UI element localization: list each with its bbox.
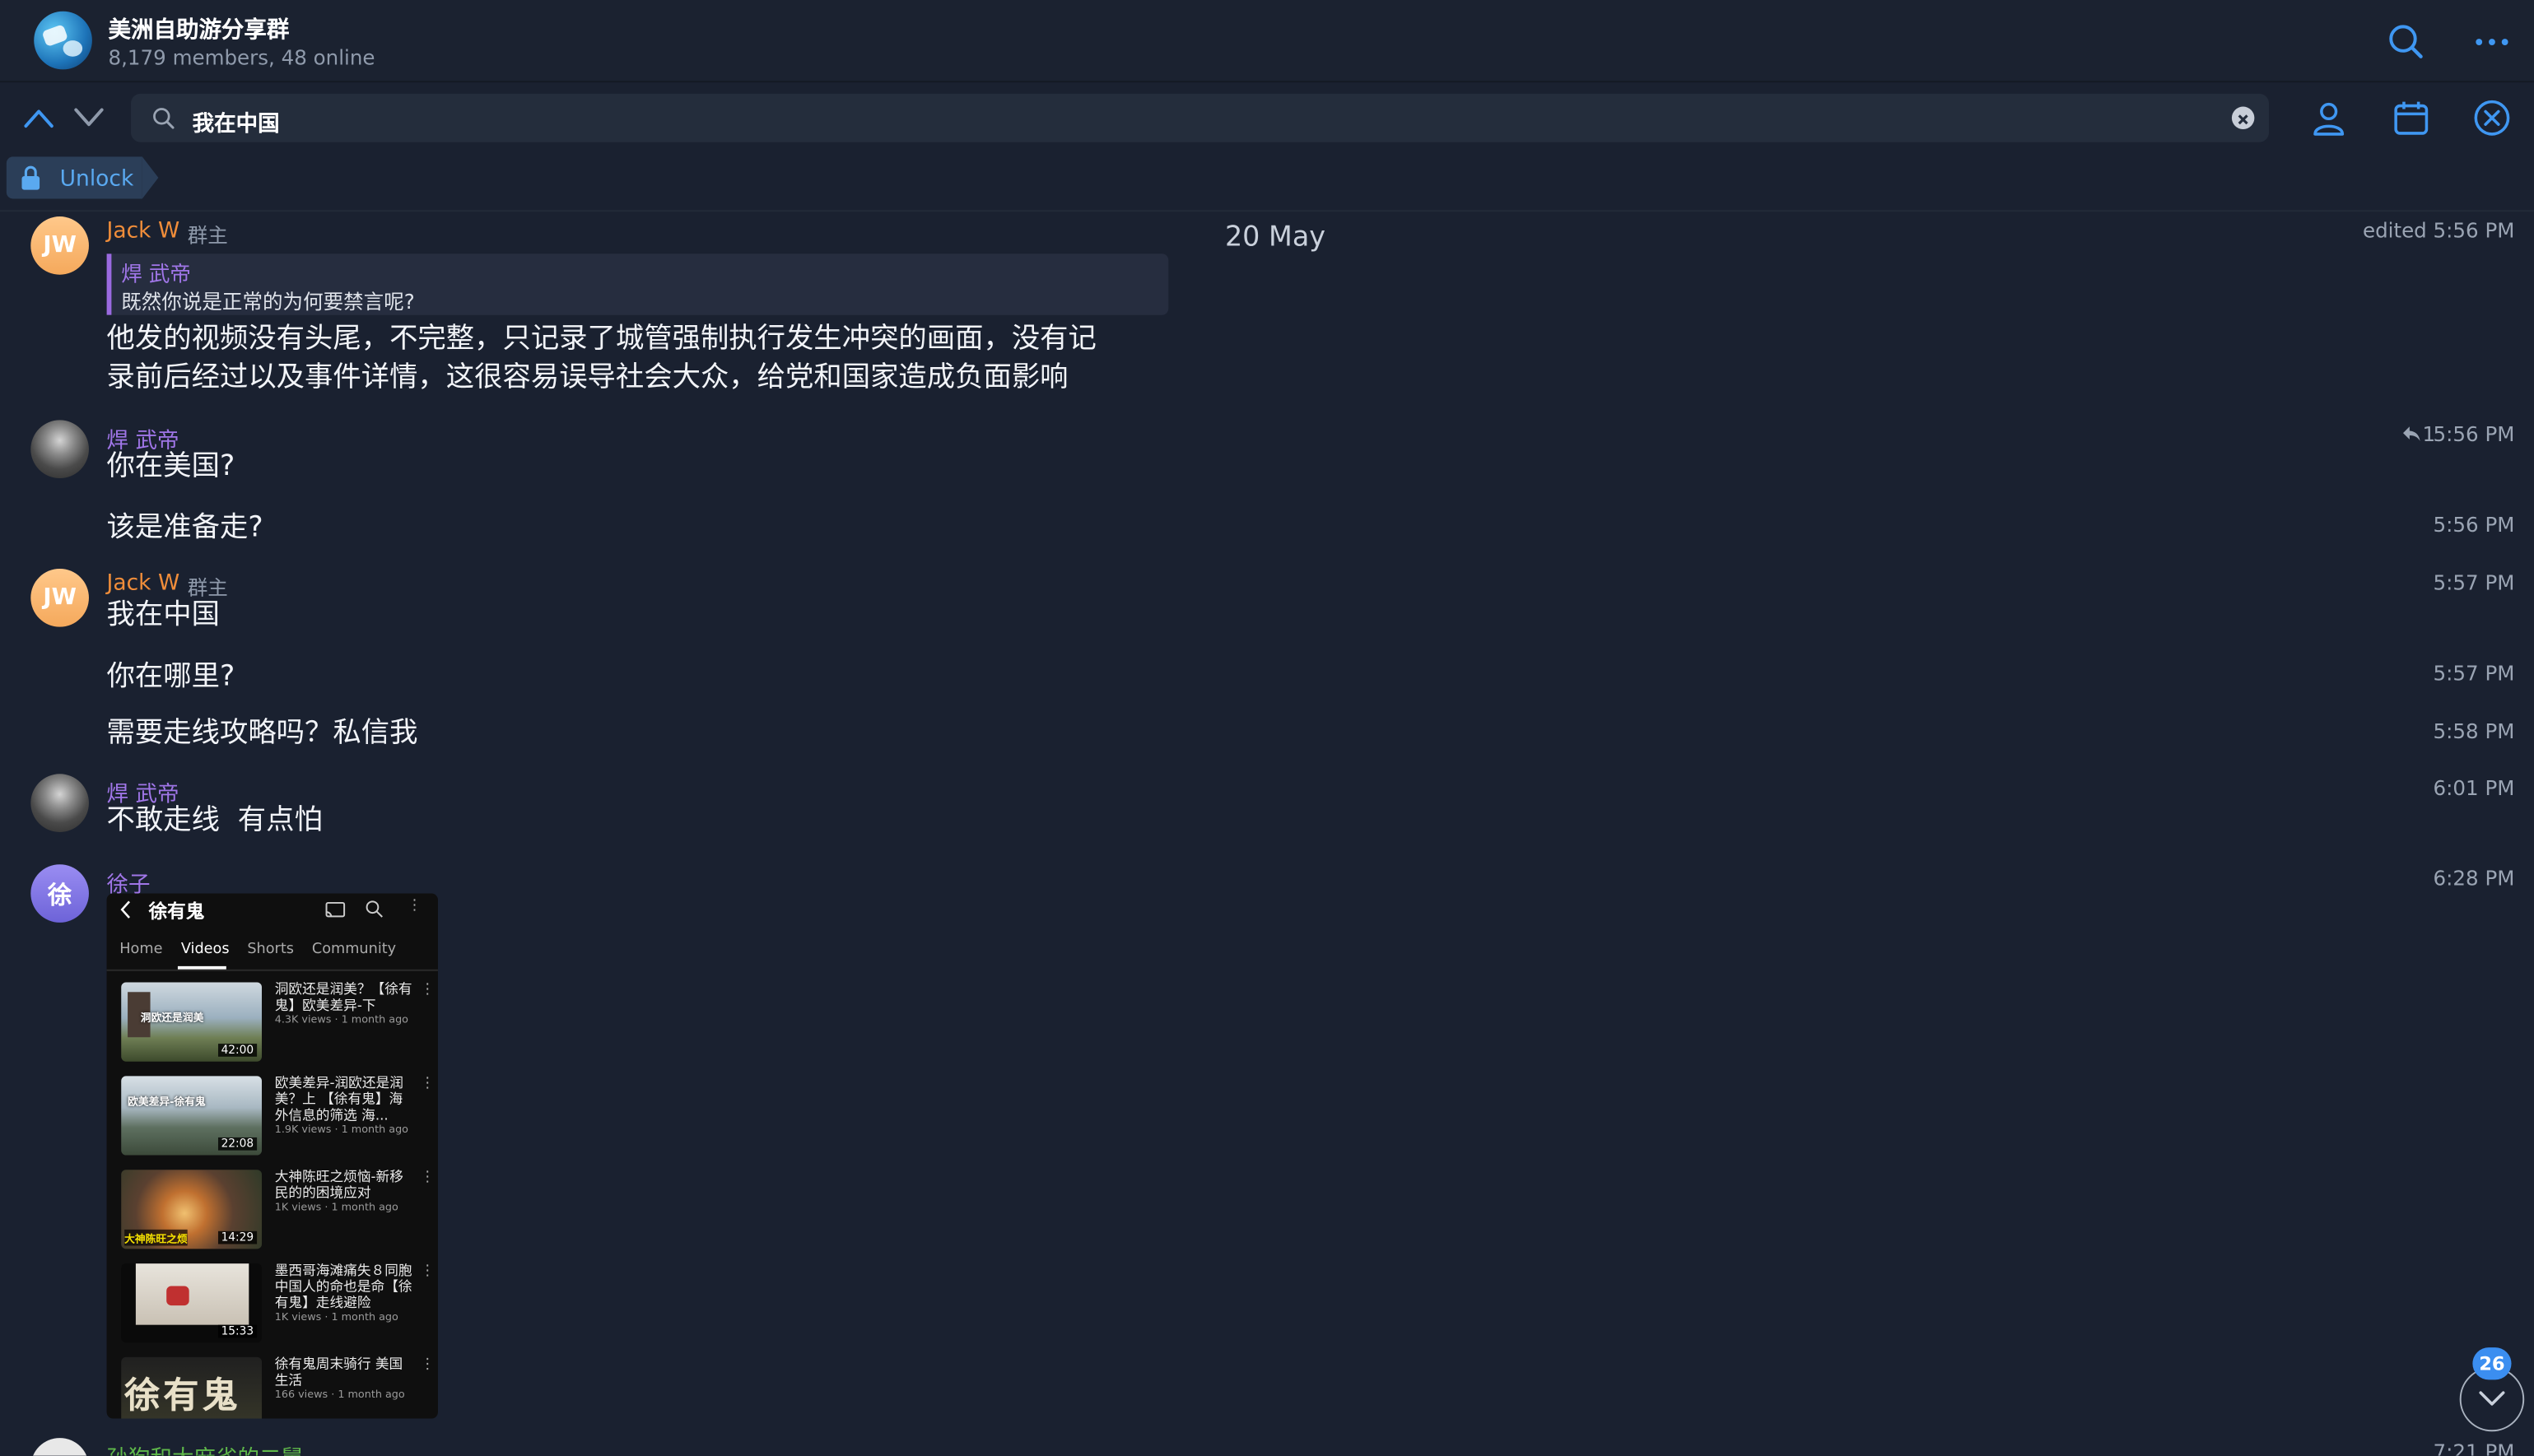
search-by-member-icon[interactable]	[2309, 99, 2348, 137]
video-duration: 14:29	[217, 1230, 258, 1244]
video-title: 欧美差异-润欧还是润美？上 【徐有鬼】海外信息的筛选 海...	[274, 1076, 403, 1125]
message-text: 你在哪里?	[106, 660, 235, 694]
chevron-down-icon	[2479, 1391, 2505, 1406]
message-text: 不敢走线 有点怕	[106, 804, 323, 837]
avatar[interactable]: 徐	[30, 864, 89, 923]
calendar-icon[interactable]	[2392, 99, 2430, 137]
message-time: 6:01 PM	[2433, 775, 2515, 800]
reply-text: 既然你说是正常的为何要禁言呢?	[121, 289, 415, 314]
message-time: 5:57 PM	[2433, 660, 2515, 686]
video-thumbnail: 15:33	[121, 1263, 263, 1343]
avatar[interactable]: JW	[30, 216, 89, 275]
screenshot-more-icon: ⋮	[407, 898, 422, 915]
avatar-initials: JW	[43, 232, 77, 259]
message-text: 我在中国	[106, 599, 220, 632]
message-text: 该是准备走?	[106, 512, 263, 545]
video-more-icon: ⋮	[420, 1076, 436, 1092]
message-time: 5:56 PM	[2433, 421, 2515, 446]
close-search-icon[interactable]	[2472, 99, 2511, 137]
video-meta: 166 views · 1 month ago	[274, 1388, 405, 1401]
thumbnail-figure	[166, 1286, 189, 1306]
video-duration: 22:08	[217, 1137, 258, 1151]
sender-name[interactable]: Jack W	[107, 218, 180, 244]
search-icon[interactable]	[2387, 22, 2425, 61]
thumbnail-text: 洞欧还是润美	[140, 1011, 204, 1025]
message-time: 5:56 PM	[2433, 512, 2515, 537]
message-time: 6:28 PM	[2433, 866, 2515, 891]
more-options-icon[interactable]	[2472, 22, 2511, 61]
screenshot-tab: Home	[119, 942, 163, 959]
unlock-label[interactable]: Unlock	[60, 166, 134, 192]
chevron-down-icon[interactable]	[72, 107, 105, 129]
avatar-initials: JW	[43, 584, 77, 612]
sender-name[interactable]: 孙狗和大麻雀的二舅	[107, 1440, 304, 1456]
screenshot-search-icon	[366, 900, 383, 918]
message-text: 他发的视频没有头尾，不完整，只记录了城管强制执行发生冲突的画面，没有记	[106, 323, 1097, 356]
video-meta: 1K views · 1 month ago	[274, 1200, 398, 1214]
message-text: 需要走线攻略吗？私信我	[106, 717, 418, 750]
search-query-text[interactable]: 我在中国	[193, 105, 280, 137]
video-duration: 15:33	[217, 1324, 258, 1338]
video-thumbnail: 欧美差异-徐有鬼 22:08	[121, 1076, 263, 1156]
message-time: 5:58 PM	[2433, 719, 2515, 743]
divider	[0, 210, 2534, 212]
group-title[interactable]: 美洲自助游分享群	[109, 13, 290, 45]
chevron-up-icon[interactable]	[22, 107, 54, 129]
cast-icon	[325, 901, 346, 918]
avatar[interactable]	[30, 1438, 89, 1456]
telegram-window: 美洲自助游分享群 8,179 members, 48 online 我在中国 U…	[0, 0, 2534, 1456]
message-time: edited 5:56 PM	[2362, 218, 2515, 243]
video-title: 大神陈旺之烦恼-新移民的的困境应对	[274, 1170, 403, 1202]
screenshot-channel-title: 徐有鬼	[148, 900, 205, 923]
screenshot-tab: Community	[311, 942, 397, 959]
avatar[interactable]	[30, 420, 89, 479]
video-title: 洞欧还是润美？【徐有鬼】欧美差异-下	[274, 982, 412, 1015]
search-field-icon	[153, 108, 175, 129]
date-separator: 20 May	[1224, 221, 1326, 254]
video-thumbnail: 大神陈旺之烦 14:29	[121, 1170, 263, 1249]
avatar[interactable]: JW	[30, 568, 89, 627]
thumbnail-photo	[135, 1263, 249, 1325]
lock-icon	[21, 165, 40, 190]
video-title: 徐有鬼周末骑行 美国生活	[274, 1356, 403, 1390]
avatar-initials: 徐	[47, 879, 72, 909]
back-icon	[120, 900, 130, 919]
sender-name[interactable]: Jack W	[107, 570, 180, 596]
video-meta: 4.3K views · 1 month ago	[274, 1012, 408, 1026]
video-more-icon: ⋮	[420, 1263, 436, 1280]
message-text: 录前后经过以及事件详情，这很容易误导社会大众，给党和国家造成负面影响	[106, 361, 1069, 394]
video-more-icon: ⋮	[420, 1356, 436, 1374]
reply-arrow-icon[interactable]	[2401, 425, 2421, 443]
screenshot-tab: Shorts	[247, 942, 294, 959]
avatar[interactable]	[30, 774, 89, 832]
search-input[interactable]	[131, 93, 2270, 142]
clear-search-icon[interactable]	[2231, 106, 2255, 130]
admin-role-badge: 群主	[187, 222, 228, 248]
attached-screenshot[interactable]: 徐有鬼 ⋮ Home Videos Shorts Community 洞欧还是润…	[106, 893, 438, 1419]
video-thumbnail: 洞欧还是润美 42:00	[121, 982, 263, 1062]
video-meta: 1K views · 1 month ago	[274, 1309, 398, 1323]
group-member-count: 8,179 members, 48 online	[108, 44, 375, 70]
video-more-icon: ⋮	[420, 982, 436, 999]
thumbnail-text: 徐有鬼	[124, 1376, 241, 1417]
thumbnail-text: 大神陈旺之烦	[124, 1229, 188, 1246]
chat-header	[0, 0, 2534, 83]
video-thumbnail: 徐有鬼	[121, 1356, 263, 1419]
message-time: 5:57 PM	[2433, 570, 2515, 595]
video-more-icon: ⋮	[420, 1170, 436, 1186]
message-time: 7:21 PM	[2433, 1440, 2515, 1456]
video-meta: 1.9K views · 1 month ago	[274, 1123, 408, 1136]
screenshot-tab: Videos	[180, 942, 230, 959]
unread-count-badge: 26	[2472, 1347, 2512, 1380]
thumbnail-text: 欧美差异-徐有鬼	[128, 1095, 206, 1109]
video-duration: 42:00	[217, 1044, 258, 1057]
reply-sender: 焊 武帝	[121, 263, 191, 288]
message-text: 你在美国?	[106, 450, 235, 483]
video-title: 墨西哥海滩痛失８同胞 中国人的命也是命【徐有鬼】走线避险	[274, 1263, 412, 1312]
divider	[106, 969, 438, 971]
group-avatar[interactable]	[34, 11, 92, 70]
